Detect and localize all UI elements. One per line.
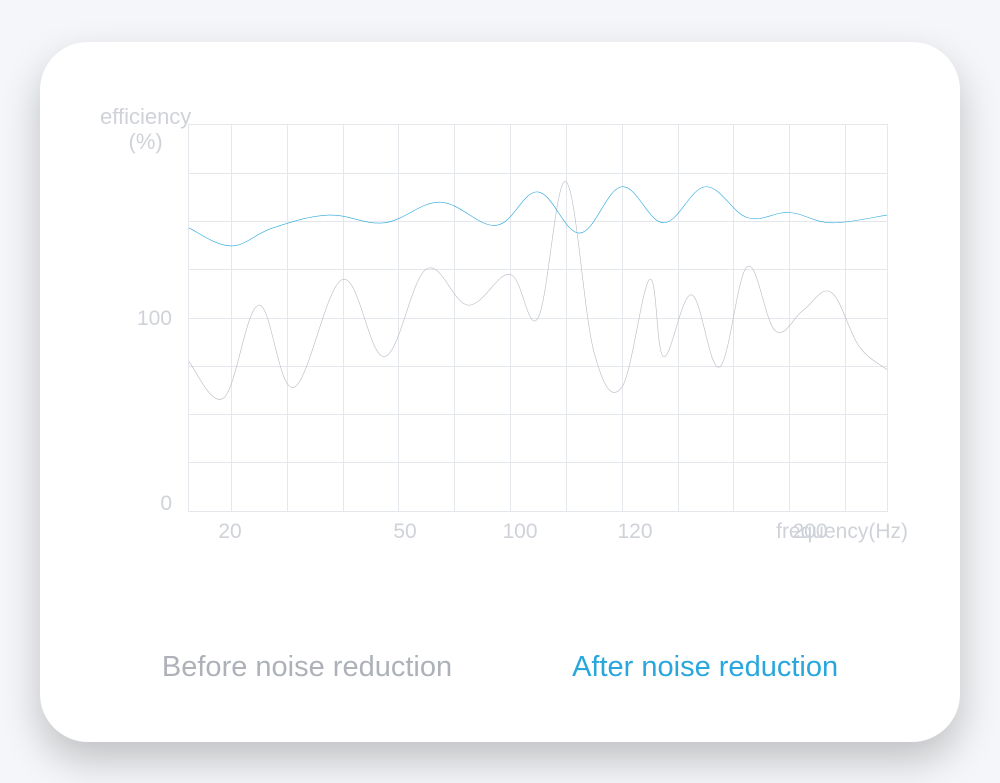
- x-tick-20: 20: [218, 520, 241, 544]
- plot-area: [188, 124, 888, 512]
- y-tick-100: 100: [122, 307, 172, 331]
- x-axis-title: frequency(Hz): [776, 520, 908, 544]
- chart-card: efficiency (%) 100 0: [40, 42, 960, 742]
- chart-area: efficiency (%) 100 0: [80, 102, 920, 562]
- y-axis-title-line2: (%): [129, 129, 163, 154]
- legend-before: Before noise reduction: [162, 651, 452, 684]
- y-axis-title: efficiency (%): [100, 104, 191, 155]
- x-tick-100: 100: [502, 520, 537, 544]
- legend: Before noise reduction After noise reduc…: [40, 651, 960, 684]
- line-after-noise-reduction: [189, 186, 887, 245]
- line-before-noise-reduction: [189, 181, 887, 399]
- y-tick-0: 0: [122, 492, 172, 516]
- x-tick-50: 50: [393, 520, 416, 544]
- chart-curves: [189, 125, 887, 511]
- y-axis-title-line1: efficiency: [100, 104, 191, 129]
- x-tick-120: 120: [617, 520, 652, 544]
- legend-after: After noise reduction: [572, 651, 838, 684]
